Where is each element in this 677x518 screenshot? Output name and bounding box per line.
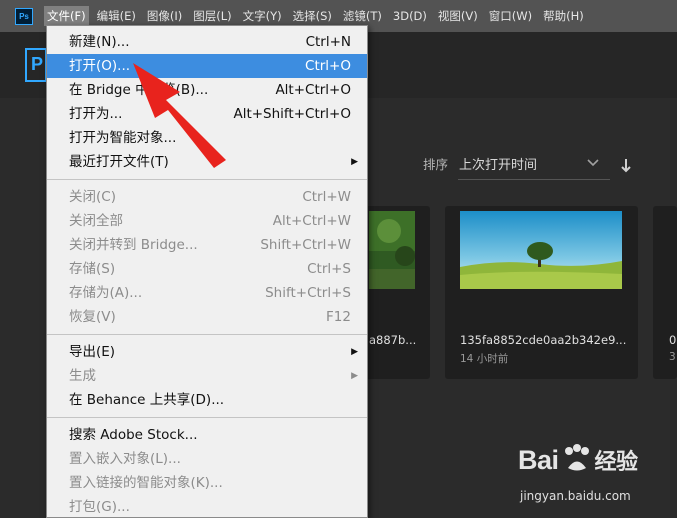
menu-item-shortcut: Alt+Shift+Ctrl+O — [233, 106, 351, 122]
submenu-arrow-icon: ▶ — [351, 347, 358, 357]
submenu-arrow-icon: ▶ — [351, 157, 358, 167]
chevron-down-icon — [587, 159, 599, 167]
menu-item-save-as[interactable]: 存储为(A)... Shift+Ctrl+S — [47, 281, 367, 305]
menu-item-close-all[interactable]: 关闭全部 Alt+Ctrl+W — [47, 209, 367, 233]
menu-item-shortcut: Shift+Ctrl+S — [265, 285, 351, 301]
menu-item-shortcut: Ctrl+W — [302, 189, 351, 205]
menu-filter[interactable]: 滤镜(T) — [340, 6, 385, 26]
menu-item-new[interactable]: 新建(N)... Ctrl+N — [47, 30, 367, 54]
file-opened-time: 3 — [669, 351, 676, 363]
menu-select[interactable]: 选择(S) — [290, 6, 335, 26]
menu-item-search-adobe-stock[interactable]: 搜索 Adobe Stock... — [47, 423, 367, 447]
file-name: 135fa8852cde0aa2b342e9... — [460, 333, 627, 347]
menu-item-save[interactable]: 存储(S) Ctrl+S — [47, 257, 367, 281]
home-ps-logo-icon: P — [25, 48, 47, 82]
menu-item-label: 打包(G)... — [69, 499, 130, 515]
menu-item-open-as[interactable]: 打开为... Alt+Shift+Ctrl+O — [47, 102, 367, 126]
watermark-brand: Bai 经验 — [518, 444, 638, 475]
menu-file[interactable]: 文件(F) — [44, 6, 89, 26]
menu-item-label: 在 Bridge 中浏览(B)... — [69, 82, 209, 98]
menu-item-label: 存储为(A)... — [69, 285, 143, 301]
menu-item-package[interactable]: 打包(G)... — [47, 495, 367, 517]
recent-file-card[interactable]: 135fa8852cde0aa2b342e9... 14 小时前 — [445, 206, 638, 379]
menu-item-shortcut: Shift+Ctrl+W — [260, 237, 351, 253]
sort-dropdown[interactable]: 上次打开时间 — [458, 152, 610, 180]
menu-item-export[interactable]: 导出(E) ▶ — [47, 340, 367, 364]
menu-item-label: 恢复(V) — [69, 309, 116, 325]
menu-edit[interactable]: 编辑(E) — [94, 6, 139, 26]
menu-layer[interactable]: 图层(L) — [190, 6, 234, 26]
baidu-jingyan-watermark: Bai 经验 jingyan.baidu.com — [518, 441, 668, 513]
menu-item-label: 关闭全部 — [69, 213, 123, 229]
menu-item-open[interactable]: 打开(O)... Ctrl+O — [47, 54, 367, 78]
menu-item-label: 关闭(C) — [69, 189, 116, 205]
menu-separator — [47, 334, 367, 335]
menu-item-label: 存储(S) — [69, 261, 116, 277]
submenu-arrow-icon: ▶ — [351, 371, 358, 381]
file-menu-dropdown: 新建(N)... Ctrl+N 打开(O)... Ctrl+O 在 Bridge… — [46, 25, 368, 518]
menu-item-label: 导出(E) — [69, 344, 116, 360]
menu-item-shortcut: Alt+Ctrl+W — [272, 213, 351, 229]
paw-logo-icon — [564, 444, 589, 471]
menu-item-revert[interactable]: 恢复(V) F12 — [47, 305, 367, 329]
menu-item-label: 打开为... — [69, 106, 123, 122]
menu-item-label: 置入链接的智能对象(K)... — [69, 475, 223, 491]
menu-image[interactable]: 图像(I) — [144, 6, 185, 26]
menu-item-shortcut: Ctrl+N — [305, 34, 351, 50]
menu-item-share-on-behance[interactable]: 在 Behance 上共享(D)... — [47, 388, 367, 412]
menu-item-label: 在 Behance 上共享(D)... — [69, 392, 225, 408]
menu-type[interactable]: 文字(Y) — [240, 6, 285, 26]
file-thumbnail — [460, 211, 622, 289]
menu-item-place-embedded[interactable]: 置入嵌入对象(L)... — [47, 447, 367, 471]
file-name: 0 — [669, 333, 677, 347]
menu-item-shortcut: Ctrl+O — [305, 58, 351, 74]
menu-item-browse-in-bridge[interactable]: 在 Bridge 中浏览(B)... Alt+Ctrl+O — [47, 78, 367, 102]
watermark-url: jingyan.baidu.com — [520, 489, 631, 503]
menu-item-label: 新建(N)... — [69, 34, 130, 50]
sort-dropdown-value: 上次打开时间 — [459, 158, 538, 173]
menu-item-open-as-smart-object[interactable]: 打开为智能对象... — [47, 126, 367, 150]
menu-item-label: 最近打开文件(T) — [69, 154, 169, 170]
menu-separator — [47, 417, 367, 418]
menu-item-place-linked[interactable]: 置入链接的智能对象(K)... — [47, 471, 367, 495]
menu-item-close[interactable]: 关闭(C) Ctrl+W — [47, 185, 367, 209]
menu-view[interactable]: 视图(V) — [435, 6, 481, 26]
menu-separator — [47, 179, 367, 180]
recent-file-card[interactable]: 0 3 — [653, 206, 677, 379]
file-thumbnail — [369, 211, 415, 289]
menu-help[interactable]: 帮助(H) — [540, 6, 587, 26]
file-name: a887b... — [369, 333, 417, 347]
menu-item-generate[interactable]: 生成 ▶ — [47, 364, 367, 388]
menu-item-label: 打开为智能对象... — [69, 130, 177, 146]
menu-3d[interactable]: 3D(D) — [390, 6, 430, 26]
menu-item-label: 置入嵌入对象(L)... — [69, 451, 181, 467]
menu-item-shortcut: Alt+Ctrl+O — [275, 82, 351, 98]
menu-item-label: 打开(O)... — [69, 58, 131, 74]
sort-label: 排序 — [423, 157, 449, 172]
menu-item-label: 生成 — [69, 368, 96, 384]
sort-direction-arrow-icon[interactable] — [620, 158, 632, 174]
menu-item-close-and-go-to-bridge[interactable]: 关闭并转到 Bridge... Shift+Ctrl+W — [47, 233, 367, 257]
menu-item-label: 搜索 Adobe Stock... — [69, 427, 198, 443]
menu-item-recent-files[interactable]: 最近打开文件(T) ▶ — [47, 150, 367, 174]
menu-item-shortcut: F12 — [326, 309, 351, 325]
file-opened-time: 14 小时前 — [460, 353, 509, 365]
photoshop-logo-icon[interactable]: Ps — [15, 7, 33, 25]
menu-item-label: 关闭并转到 Bridge... — [69, 237, 198, 253]
menu-window[interactable]: 窗口(W) — [486, 6, 535, 26]
menu-item-shortcut: Ctrl+S — [307, 261, 351, 277]
